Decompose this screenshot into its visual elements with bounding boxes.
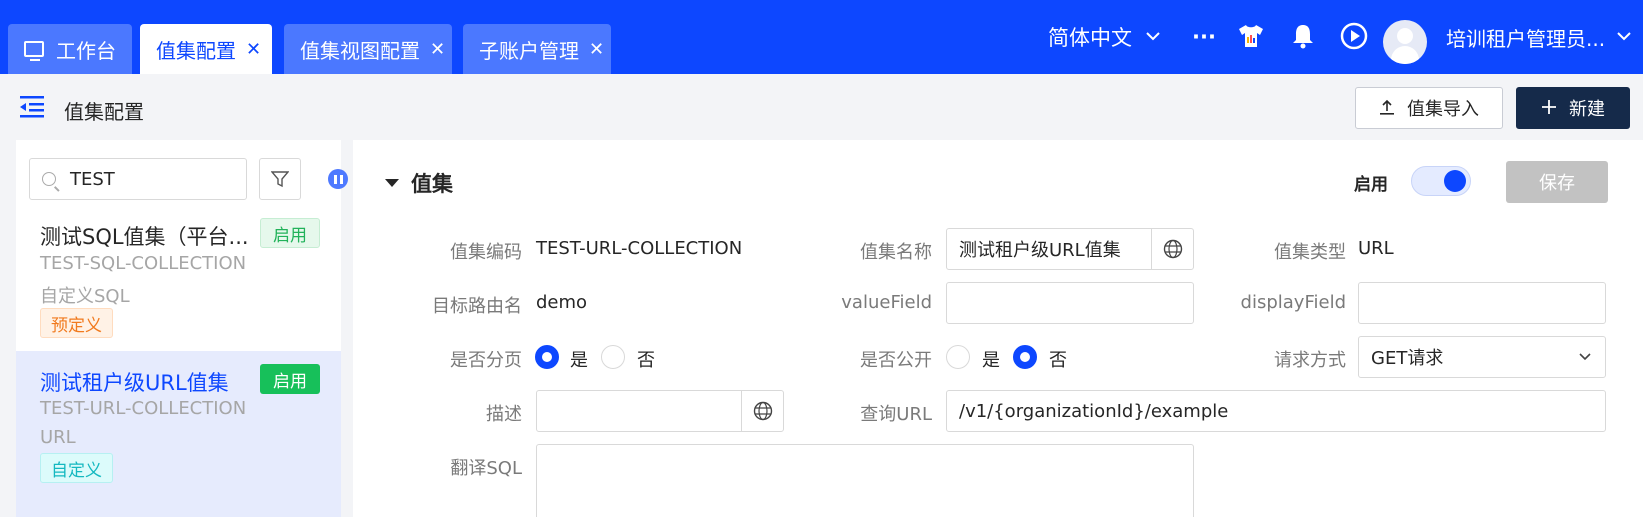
caret-down-icon [385,179,399,187]
item-name: 测试租户级URL值集 [40,371,229,395]
value-field-input[interactable] [946,282,1194,324]
tab-label: 工作台 [56,38,116,63]
translate-sql-label: 翻译SQL [450,458,522,479]
plus-icon [1541,96,1557,120]
close-icon[interactable]: ✕ [430,39,445,60]
translate-sql-textarea[interactable] [536,444,1194,517]
close-icon[interactable]: ✕ [246,39,261,60]
search-value: TEST [70,168,115,190]
name-label: 值集名称 [860,242,932,263]
item-code: TEST-URL-COLLECTION [40,398,247,419]
section-title[interactable]: 值集 [385,168,453,198]
new-label: 新建 [1569,99,1605,120]
tab-label: 子账户管理 [479,38,579,63]
tab-workbench[interactable]: 工作台 [8,24,132,74]
monitor-icon [24,41,44,61]
translate-sql-value [537,445,1193,455]
name-field[interactable]: 测试租户级URL值集 [946,228,1194,270]
value-field-label: valueField [841,292,932,313]
public-label: 是否公开 [860,350,932,371]
enable-toggle[interactable] [1411,166,1471,196]
query-url-field[interactable]: /v1/{organizationId}/example [946,390,1606,432]
search-input[interactable]: TEST [29,158,247,200]
paged-no-radio[interactable] [601,345,625,369]
display-field-input[interactable] [1358,282,1606,324]
status-badge: 启用 [260,364,320,394]
code-label: 值集编码 [450,242,522,263]
globe-icon[interactable] [741,391,783,431]
item-type: URL [40,427,76,448]
status-badge: 启用 [260,218,320,248]
new-button[interactable]: 新建 [1516,87,1630,129]
enable-label: 启用 [1354,175,1388,195]
paged-no-label: 否 [637,350,655,371]
code-value: TEST-URL-COLLECTION [536,238,743,259]
tab-value-set-config[interactable]: 值集配置 ✕ [140,24,272,74]
tab-label: 值集配置 [156,38,236,63]
page-title: 值集配置 [64,100,144,124]
route-label: 目标路由名 [432,296,522,317]
avatar[interactable] [1383,20,1427,64]
tab-sub-account-management[interactable]: 子账户管理 ✕ [463,24,611,74]
upload-icon [1379,96,1395,120]
chevron-down-icon [1617,29,1631,45]
user-menu[interactable]: 培训租户管理员... [1446,0,1631,74]
method-value: GET请求 [1371,348,1444,369]
more-icon[interactable]: ··· [1192,0,1216,74]
import-label: 值集导入 [1407,99,1479,120]
save-button[interactable]: 保存 [1506,161,1608,203]
list-item-selected[interactable]: 测试租户级URL值集 启用 TEST-URL-COLLECTION URL 自定… [16,351,341,517]
item-tag: 自定义 [40,453,113,483]
route-value: demo [536,292,588,313]
query-url-value: /v1/{organizationId}/example [959,400,1229,422]
search-icon [42,172,56,186]
display-field-label: displayField [1240,292,1346,313]
paged-label: 是否分页 [450,350,522,371]
item-name: 测试SQL值集（平台... [40,225,249,249]
play-circle-icon[interactable] [1340,22,1368,50]
language-selector[interactable]: 简体中文 [1048,0,1160,74]
public-yes-label: 是 [982,350,1000,371]
paged-yes-radio[interactable] [535,345,559,369]
section-title-text: 值集 [411,172,453,196]
menu-fold-icon[interactable] [18,94,46,118]
public-no-radio[interactable] [1013,345,1037,369]
paged-yes-label: 是 [570,350,588,371]
public-yes-radio[interactable] [946,345,970,369]
method-label: 请求方式 [1274,350,1346,371]
collapse-panel-button[interactable] [328,169,348,189]
filter-icon [271,171,289,188]
desc-label: 描述 [486,404,522,425]
username-label: 培训租户管理员... [1446,26,1606,51]
item-type: 自定义SQL [40,286,130,307]
method-select[interactable]: GET请求 [1358,336,1606,378]
type-value: URL [1358,238,1394,259]
chevron-down-icon [1146,29,1160,45]
filter-button[interactable] [259,158,301,200]
item-tag: 预定义 [40,308,113,338]
name-value: 测试租户级URL值集 [959,240,1121,261]
list-item[interactable]: 测试SQL值集（平台... 启用 TEST-SQL-COLLECTION 自定义… [16,205,341,351]
chevron-down-icon [1565,353,1605,361]
tab-value-set-view-config[interactable]: 值集视图配置 ✕ [284,24,452,74]
item-code: TEST-SQL-COLLECTION [40,253,247,274]
public-no-label: 否 [1049,350,1067,371]
type-label: 值集类型 [1274,242,1346,263]
desc-field[interactable] [536,390,784,432]
tshirt-icon[interactable] [1237,22,1265,50]
language-label: 简体中文 [1048,26,1132,50]
bell-icon[interactable] [1289,22,1317,50]
close-icon[interactable]: ✕ [589,39,604,60]
globe-icon[interactable] [1151,229,1193,269]
import-button[interactable]: 值集导入 [1355,87,1503,129]
tab-label: 值集视图配置 [300,38,420,63]
query-url-label: 查询URL [860,404,932,425]
